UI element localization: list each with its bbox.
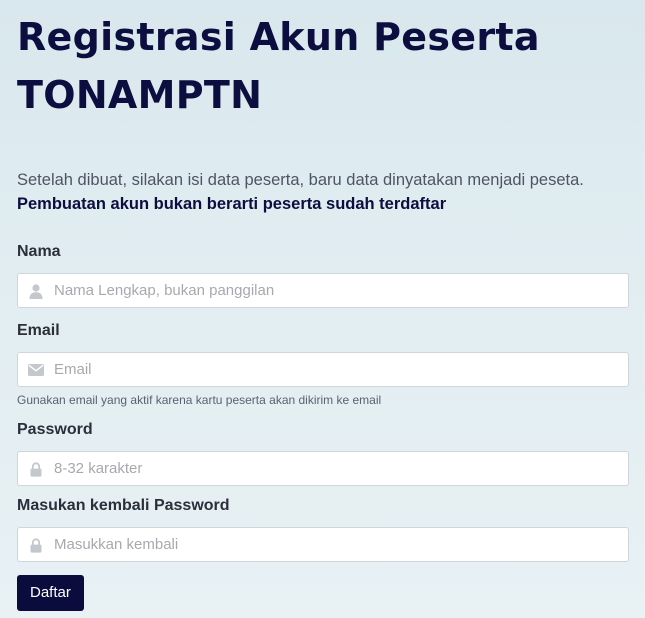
- password-label: Password: [17, 421, 93, 438]
- registration-panel: Registrasi Akun Peserta TONAMPTN Setelah…: [17, 0, 629, 611]
- registration-form: Nama Email: [17, 242, 629, 611]
- intro-text: Setelah dibuat, silakan isi data peserta…: [17, 171, 584, 189]
- form-actions: Daftar: [17, 575, 629, 611]
- email-input[interactable]: [54, 353, 614, 386]
- field-nama: Nama: [17, 242, 629, 308]
- daftar-button[interactable]: Daftar: [17, 575, 84, 611]
- envelope-icon: [28, 362, 44, 378]
- page-title: Registrasi Akun Peserta TONAMPTN: [17, 15, 540, 117]
- intro-notice: Pembuatan akun bukan berarti peserta sud…: [17, 195, 447, 213]
- password-input-box[interactable]: [17, 451, 629, 486]
- email-label: Email: [17, 322, 60, 339]
- lock-icon: [28, 537, 44, 553]
- nama-input[interactable]: [54, 274, 614, 307]
- password-input[interactable]: [54, 452, 614, 485]
- nama-label: Nama: [17, 243, 61, 260]
- nama-input-box[interactable]: [17, 273, 629, 308]
- password-confirm-input[interactable]: [54, 528, 614, 561]
- password-confirm-input-box[interactable]: [17, 527, 629, 562]
- field-email: Email Gunakan email yang aktif karena ka…: [17, 321, 629, 408]
- password-confirm-label: Masukan kembali Password: [17, 497, 230, 514]
- email-help-text: Gunakan email yang aktif karena kartu pe…: [17, 393, 382, 407]
- field-password-confirm: Masukan kembali Password: [17, 496, 629, 562]
- user-icon: [28, 283, 44, 299]
- email-input-box[interactable]: [17, 352, 629, 387]
- lock-icon: [28, 461, 44, 477]
- field-password: Password: [17, 420, 629, 486]
